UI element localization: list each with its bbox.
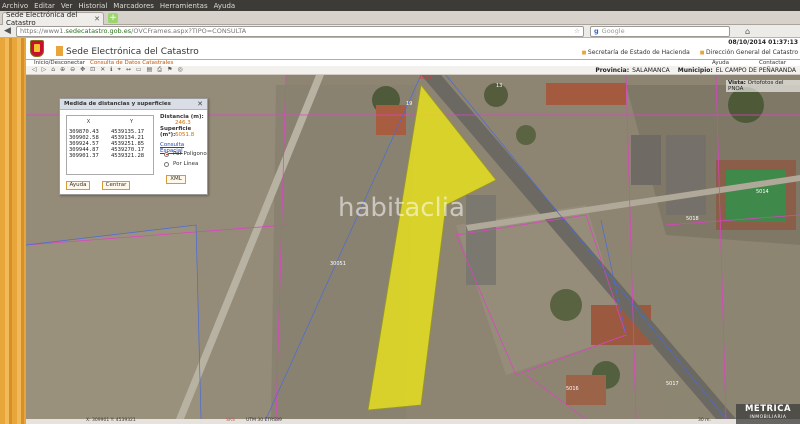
line-radio[interactable]: Por Línea: [164, 161, 198, 167]
habitaclia-watermark: habitaclia: [338, 193, 465, 223]
provincia-value: SALAMANCA: [632, 67, 670, 74]
spain-crest-icon: [30, 40, 44, 57]
menu-ver[interactable]: Ver: [61, 2, 72, 10]
tab-catastro[interactable]: Sede Electrónica del Catastro ✕: [2, 11, 104, 27]
map-tool-icon[interactable]: ⚑: [167, 66, 172, 74]
menu-archivo[interactable]: Archivo: [2, 2, 28, 10]
new-tab-icon[interactable]: +: [108, 13, 118, 23]
brand-line-2: INMOBILIARIA: [749, 415, 787, 420]
map-tool-icon[interactable]: ⊕: [60, 66, 65, 74]
xml-button[interactable]: XML: [166, 175, 186, 184]
catastro-logo-icon: [56, 46, 63, 56]
brand-line-1: METRICA: [744, 404, 792, 414]
map-tool-icon[interactable]: ✕: [100, 66, 105, 74]
parcel-label: 13: [496, 83, 502, 89]
map-tool-icon[interactable]: ▭: [136, 66, 142, 74]
parcel-label: 30051: [330, 261, 346, 267]
site-title: Sede Electrónica del Catastro: [66, 47, 199, 57]
radio-selected-icon: [164, 151, 169, 157]
google-icon: g: [594, 27, 599, 35]
metrica-logo: METRICA INMOBILIARIA: [736, 404, 800, 424]
parcel-label: 5016: [566, 386, 579, 392]
header-links: Secretaría de Estado de Hacienda Direcci…: [574, 49, 798, 56]
table-row: 309901.37 4539321.28: [67, 153, 153, 159]
menu-herramientas[interactable]: Herramientas: [160, 2, 208, 10]
search-placeholder: Google: [601, 27, 625, 35]
url-domain: sedecatastro.gob.es: [65, 27, 132, 35]
link-secretaria[interactable]: Secretaría de Estado de Hacienda: [582, 49, 690, 56]
col-x-header: X: [86, 119, 91, 125]
map-status-bar: X: 309901 Y: 4539321 SRS UTM 30 ETRS89 3…: [26, 418, 800, 424]
srs-label: SRS: [226, 418, 235, 423]
map-tool-icon[interactable]: ◎: [177, 66, 182, 74]
map-tool-icon[interactable]: ▤: [147, 66, 153, 74]
url-bar[interactable]: https://www1.sedecatastro.gob.es/OVCFram…: [16, 26, 584, 37]
center-button[interactable]: Centrar: [102, 181, 130, 190]
measure-dialog: Medida de distancias y superficies ✕ X Y…: [59, 98, 208, 195]
parcel-label: 19: [406, 101, 412, 107]
map-scale-marker: 0.24: [420, 75, 432, 81]
view-info: Vista: Ortofotos del PNOA: [726, 80, 800, 92]
parcel-label: 5018: [686, 216, 699, 222]
navigation-bar: ◀ https://www1.sedecatastro.gob.es/OVCFr…: [0, 25, 800, 38]
back-arrow-icon[interactable]: ◀: [2, 26, 13, 37]
municipio-label: Municipio:: [677, 67, 713, 74]
home-icon[interactable]: ⌂: [742, 26, 753, 37]
line-label: Por Línea: [173, 161, 199, 167]
cell-x: 309901.37: [69, 153, 99, 159]
server-datetime: 08/10/2014 01:37:13: [728, 39, 798, 46]
coordinates-table: X Y 309870.43 4539135.17 309902.58 4539134…: [66, 115, 154, 175]
provincia-label: Provincia:: [595, 67, 630, 74]
coordinates-header: X Y: [67, 116, 153, 125]
map-tool-icon[interactable]: ⊖: [70, 66, 75, 74]
projection-label: UTM 30 ETRS89: [246, 418, 282, 423]
search-input[interactable]: g Google: [590, 26, 730, 37]
municipio-value: EL CAMPO DE PEÑARANDA: [715, 67, 796, 74]
app-menubar: Archivo Editar Ver Historial Marcadores …: [0, 0, 800, 11]
radio-icon: [164, 161, 169, 167]
map-toolbar: ◁ ▷ ⌂ ⊕ ⊖ ✥ ⊡ ✕ ℹ ⌖ ↔ ▭ ▤ ⎙ ⚑ ◎ Provincia: SALAMANCA Mun…: [26, 66, 800, 75]
map-tool-icon[interactable]: ⌂: [51, 66, 55, 74]
map-tool-icon[interactable]: ✥: [80, 66, 85, 74]
link-direccion[interactable]: Dirección General del Catastro: [700, 49, 798, 56]
bookmark-star-icon[interactable]: ☆: [574, 27, 580, 36]
area-value: 6051.8: [175, 132, 195, 138]
map-tool-icon[interactable]: ↔: [126, 66, 131, 74]
url-path: /OVCFrames.aspx?TIPO=CONSULTA: [131, 27, 247, 35]
map-tool-icon[interactable]: ⊡: [90, 66, 95, 74]
col-y-header: Y: [129, 119, 134, 125]
url-prefix: https://www1.: [20, 27, 66, 35]
menu-editar[interactable]: Editar: [34, 2, 55, 10]
decorative-sidebar: [0, 38, 26, 424]
map-tool-icon[interactable]: ◁: [32, 66, 37, 74]
dialog-title: Medida de distancias y superficies: [60, 99, 207, 110]
tab-close-icon[interactable]: ✕: [94, 15, 100, 23]
tab-bar: Sede Electrónica del Catastro ✕ +: [0, 11, 800, 27]
polygon-radio[interactable]: Por Polígono: [164, 151, 207, 157]
menu-ayuda[interactable]: Ayuda: [214, 2, 236, 10]
site-header: Sede Electrónica del Catastro 08/10/2014…: [26, 38, 800, 59]
location-info: Provincia: SALAMANCA Municipio: EL CAMPO D…: [595, 67, 796, 74]
help-button[interactable]: Ayuda: [66, 181, 90, 190]
map-tool-icon[interactable]: ▷: [42, 66, 47, 74]
scale-bar-label: 30 m.: [698, 418, 711, 423]
map-tool-icon[interactable]: ⌖: [118, 66, 121, 74]
tool-icons: ◁ ▷ ⌂ ⊕ ⊖ ✥ ⊡ ✕ ℹ ⌖ ↔ ▭ ▤ ⎙ ⚑ ◎: [32, 66, 188, 74]
polygon-label: Por Polígono: [173, 151, 207, 157]
menu-marcadores[interactable]: Marcadores: [113, 2, 154, 10]
cursor-coordinates: X: 309901 Y: 4539321: [86, 418, 136, 423]
parcel-label: 5014: [756, 189, 769, 195]
sub-navigation: Inicio/Desconectar Consulta de Datos Cat…: [26, 59, 800, 66]
menu-historial[interactable]: Historial: [78, 2, 107, 10]
map-tool-icon[interactable]: ⎙: [157, 66, 162, 74]
cell-y: 4539321.28: [111, 153, 145, 159]
close-icon[interactable]: ✕: [197, 99, 203, 110]
map-tool-icon[interactable]: ℹ: [110, 66, 112, 74]
parcel-label: 5017: [666, 381, 679, 387]
